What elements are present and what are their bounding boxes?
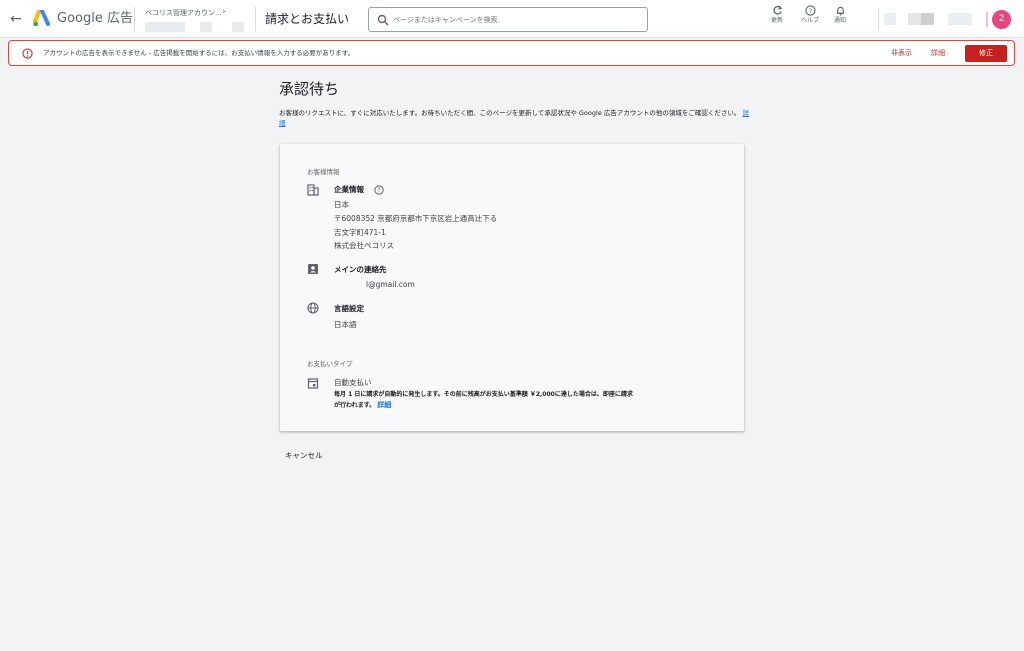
fix-button[interactable]: 修正 xyxy=(965,45,1007,62)
building-icon xyxy=(307,184,319,196)
language-title: 言語設定 xyxy=(334,304,364,313)
error-banner: アカウントの広告を表示できません - 広告掲載を開始するには、お支払い情報を入力… xyxy=(8,40,1015,66)
payment-type-value: 自動支払い xyxy=(334,378,372,387)
back-arrow-icon[interactable]: ← xyxy=(10,11,22,27)
redacted-block xyxy=(884,13,896,25)
info-card: お客様情報 企業情報 ? 日本 〒6008352 京都府京都市下京区岩上通高辻下… xyxy=(280,144,744,431)
payment-note: 毎月 1 日に請求が自動的に発生します。その前に残高がお支払い基準額 ￥2,00… xyxy=(334,390,634,411)
company-name: 株式会社ペコリス xyxy=(334,241,394,250)
divider xyxy=(878,8,879,30)
page-heading: 承認待ち xyxy=(279,80,340,98)
contact-email: l@gmail.com xyxy=(366,280,415,289)
brand-name[interactable]: Google 広告 xyxy=(57,11,133,27)
notifications-label: 通知 xyxy=(833,17,846,24)
account-id-redacted xyxy=(145,22,185,32)
details-link[interactable]: 詳細 xyxy=(931,49,945,58)
main-contact-title: メインの連絡先 xyxy=(334,265,387,274)
payment-learn-more-link[interactable]: 詳細 xyxy=(377,401,391,409)
google-ads-logo-icon xyxy=(33,10,50,27)
divider xyxy=(134,7,135,31)
language-value: 日本語 xyxy=(334,320,357,329)
svg-text:?: ? xyxy=(808,7,811,15)
payment-type-label: お支払いタイプ xyxy=(307,360,353,368)
hide-button[interactable]: 非表示 xyxy=(891,49,912,58)
notifications-button[interactable]: 通知 xyxy=(825,5,855,25)
account-id-redacted xyxy=(232,22,244,32)
avatar[interactable]: 2 xyxy=(992,10,1011,29)
account-id-redacted xyxy=(200,22,212,32)
redacted-block xyxy=(921,13,934,25)
description-text: お客様のリクエストに、すぐに対応いたします。お待ちいただく間、このページを更新し… xyxy=(279,109,741,117)
help-label: ヘルプ xyxy=(800,17,819,24)
redacted-block xyxy=(948,13,972,25)
help-icon: ? xyxy=(804,5,816,16)
refresh-icon xyxy=(772,5,782,15)
company-info-title: 企業情報 xyxy=(334,185,364,194)
calendar-icon xyxy=(307,378,319,389)
company-address-line2: 吉文字町471-1 xyxy=(334,228,386,237)
status-description: お客様のリクエストに、すぐに対応いたします。お待ちいただく間、このページを更新し… xyxy=(279,108,749,128)
globe-icon xyxy=(307,302,319,314)
help-circle-icon[interactable]: ? xyxy=(374,185,384,195)
search-input[interactable] xyxy=(393,12,643,28)
account-name[interactable]: ペコリス管理アカウン... xyxy=(145,8,222,18)
contact-card-icon xyxy=(308,264,318,274)
page-title: 請求とお支払い xyxy=(265,12,350,26)
company-address-line1: 〒6008352 京都府京都市下京区岩上通高辻下る xyxy=(334,214,498,223)
company-country: 日本 xyxy=(334,200,349,209)
search-icon xyxy=(377,14,389,26)
account-indicator xyxy=(986,12,988,27)
search-box[interactable] xyxy=(368,7,648,32)
divider xyxy=(255,7,256,31)
bell-icon xyxy=(836,6,844,16)
cancel-button[interactable]: キャンセル xyxy=(285,451,323,461)
error-icon xyxy=(22,48,33,59)
chevron-right-icon[interactable]: › xyxy=(222,7,226,17)
customer-info-label: お客様情報 xyxy=(307,168,340,176)
refresh-button[interactable]: 更新 xyxy=(762,5,792,25)
top-bar: ← Google 広告 ペコリス管理アカウン... › 請求とお支払い 更新 ?… xyxy=(0,0,1024,38)
refresh-label: 更新 xyxy=(770,17,783,24)
alert-message: アカウントの広告を表示できません - 広告掲載を開始するには、お支払い情報を入力… xyxy=(43,49,355,57)
svg-text:?: ? xyxy=(377,188,380,194)
help-button[interactable]: ? ヘルプ xyxy=(795,5,825,25)
